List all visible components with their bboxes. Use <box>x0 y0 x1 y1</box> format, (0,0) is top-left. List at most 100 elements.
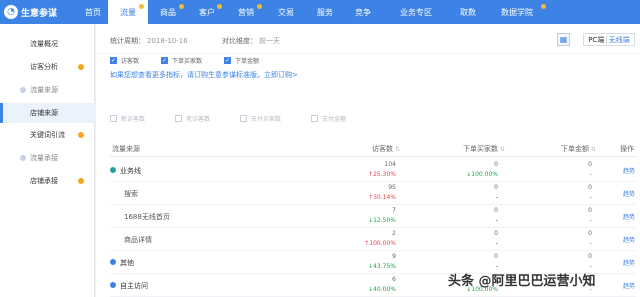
toolbar: 统计周期： 2018-10-16 对比维度： 前一天 ▦ PC端 | 无线端 <box>96 24 640 54</box>
new-dot-icon <box>78 178 84 184</box>
section-icon <box>20 155 26 161</box>
top-navigation: ◔ 生意参谋 首页 流量 商品 客户 营销 交易 服务 竞争 业务专区 取数 数… <box>0 0 640 24</box>
amount-value: 0 <box>588 184 592 191</box>
nav-service[interactable]: 服务 <box>306 0 344 24</box>
trend-link[interactable]: 趋势 <box>623 281 635 290</box>
upgrade-hint-link[interactable]: 如果您想查看更多指标，请订购生意参谋标准版。立即订购> <box>110 70 298 80</box>
sidebar-item-traffic-overview[interactable]: 流量概况 <box>0 34 95 54</box>
stat-period-value: 2018-10-16 <box>147 37 188 45</box>
sort-icon: ⇅ <box>395 146 401 153</box>
device-switch[interactable]: PC端 | 无线端 <box>583 33 635 46</box>
amount-change: - <box>589 194 592 201</box>
nav-dot-icon <box>139 4 144 9</box>
buyers-value: 0 <box>494 207 498 214</box>
check-icon: ✓ <box>224 56 232 64</box>
checkbox-icon <box>311 114 319 122</box>
metric-checkbox-buyers[interactable]: ✓ 下单买家数 <box>161 56 202 65</box>
amount-change: - <box>589 263 592 270</box>
buyers-value: 0 <box>494 253 498 260</box>
metric-checkbox-visitors[interactable]: ✓ 访客数 <box>110 56 139 65</box>
checkbox-icon <box>175 114 183 122</box>
trend-link[interactable]: 趋势 <box>623 212 635 221</box>
column-header-amount[interactable]: 下单金额 ⇅ <box>561 144 596 154</box>
sort-icon: ⇅ <box>591 146 597 153</box>
checkbox-icon <box>110 114 117 122</box>
nav-customer[interactable]: 客户 <box>188 0 226 24</box>
brand-logo-icon: ◔ <box>4 5 18 19</box>
source-name: 自主访问 <box>120 282 148 290</box>
metric-checkbox-old-visitors: 老访客数 <box>175 114 210 123</box>
nav-business-zone[interactable]: 业务专区 <box>382 0 450 24</box>
sidebar: 流量概况 访客分析 流量来源 店铺来源 关键词引流 流量承接 店铺承接 <box>0 24 95 297</box>
source-name: 商品详情 <box>124 236 152 244</box>
nav-fetch-data[interactable]: 取数 <box>450 0 486 24</box>
visitors-value: 7 <box>392 207 396 214</box>
nav-dot-icon <box>179 4 184 9</box>
visitors-change: ↓43.75% <box>368 263 396 270</box>
buyers-change: - <box>495 217 498 224</box>
buyers-value: 0 <box>494 161 498 168</box>
buyers-change: - <box>495 194 498 201</box>
source-dot-icon <box>110 282 116 288</box>
column-header-buyers[interactable]: 下单买家数 ⇅ <box>463 144 505 154</box>
brand[interactable]: ◔ 生意参谋 <box>0 0 78 24</box>
metric-checkbox-amount[interactable]: ✓ 下单金额 <box>224 56 259 65</box>
visitors-value: 2 <box>392 230 396 237</box>
new-dot-icon <box>78 64 84 70</box>
source-name: 其他 <box>120 259 134 267</box>
trend-link[interactable]: 趋势 <box>623 189 635 198</box>
sidebar-item-store-landing[interactable]: 店铺承接 <box>0 171 95 191</box>
compare-dimension[interactable]: 对比维度： 前一天 <box>222 36 280 46</box>
nav-competition[interactable]: 竞争 <box>344 0 382 24</box>
trend-link[interactable]: 趋势 <box>623 166 635 175</box>
metric-selector-locked: 新访客数 老访客数 支付买家数 支付金额 <box>110 113 376 123</box>
trend-link[interactable]: 趋势 <box>623 235 635 244</box>
sidebar-item-visitor-analysis[interactable]: 访客分析 <box>0 57 95 77</box>
amount-value: 0 <box>588 161 592 168</box>
nav-marketing[interactable]: 营销 <box>226 0 266 24</box>
source-name: 搜索 <box>124 190 138 198</box>
visitors-value: 9 <box>392 253 396 260</box>
table-row: 1688无线首页 7 ↓12.50% 0 - 0 - 趋势 <box>110 205 636 228</box>
nav-product[interactable]: 商品 <box>148 0 188 24</box>
visitors-value: 95 <box>388 184 396 191</box>
main-panel: 统计周期： 2018-10-16 对比维度： 前一天 ▦ PC端 | 无线端 ✓ 访客… <box>96 24 640 297</box>
check-icon: ✓ <box>161 56 169 64</box>
nav-home[interactable]: 首页 <box>78 0 108 24</box>
nav-dot-icon <box>541 4 546 9</box>
watermark: 头条 @阿里巴巴运营小知 <box>448 274 596 289</box>
nav-trade[interactable]: 交易 <box>266 0 306 24</box>
metric-checkbox-pay-buyers: 支付买家数 <box>240 114 281 123</box>
nav-data-academy[interactable]: 数据学院 <box>486 0 548 24</box>
column-header-source: 流量来源 <box>112 145 140 153</box>
table-row: 搜索 95 ↑30.14% 0 - 0 - 趋势 <box>110 182 636 205</box>
metric-checkbox-new-visitors: 新访客数 <box>110 114 145 123</box>
source-dot-icon <box>110 167 116 173</box>
visitors-value: 104 <box>384 161 396 168</box>
compare-dimension-value: 前一天 <box>259 37 280 45</box>
buyers-change: - <box>495 240 498 247</box>
device-wireless[interactable]: 无线端 <box>609 35 630 45</box>
source-name: 业务线 <box>120 167 141 175</box>
sidebar-item-keyword-traffic[interactable]: 关键词引流 <box>0 125 95 145</box>
metric-selector-primary: ✓ 访客数 ✓ 下单买家数 ✓ 下单金额 <box>110 55 281 65</box>
sidebar-section-traffic-landing: 流量承接 <box>0 148 95 168</box>
column-header-visitors[interactable]: 访客数 ⇅ <box>372 144 400 154</box>
visitors-change: ↑25.30% <box>368 171 396 178</box>
amount-change: - <box>589 240 592 247</box>
sidebar-item-store-source[interactable]: 店铺来源 <box>0 103 95 123</box>
visitors-value: 6 <box>392 276 396 283</box>
buyers-value: 0 <box>494 184 498 191</box>
nav-traffic[interactable]: 流量 <box>108 0 148 24</box>
calendar-icon[interactable]: ▦ <box>557 33 570 46</box>
visitors-change: ↓12.50% <box>368 217 396 224</box>
amount-value: 0 <box>588 207 592 214</box>
buyers-value: 0 <box>494 230 498 237</box>
sidebar-section-traffic-source: 流量来源 <box>0 80 95 100</box>
amount-value: 0 <box>588 230 592 237</box>
new-dot-icon <box>78 132 84 138</box>
trend-link[interactable]: 趋势 <box>623 258 635 267</box>
column-header-action: 操作 <box>620 145 634 153</box>
device-pc[interactable]: PC端 <box>588 35 604 45</box>
table-row: 商品详情 2 ↑100.00% 0 - 0 - 趋势 <box>110 228 636 251</box>
